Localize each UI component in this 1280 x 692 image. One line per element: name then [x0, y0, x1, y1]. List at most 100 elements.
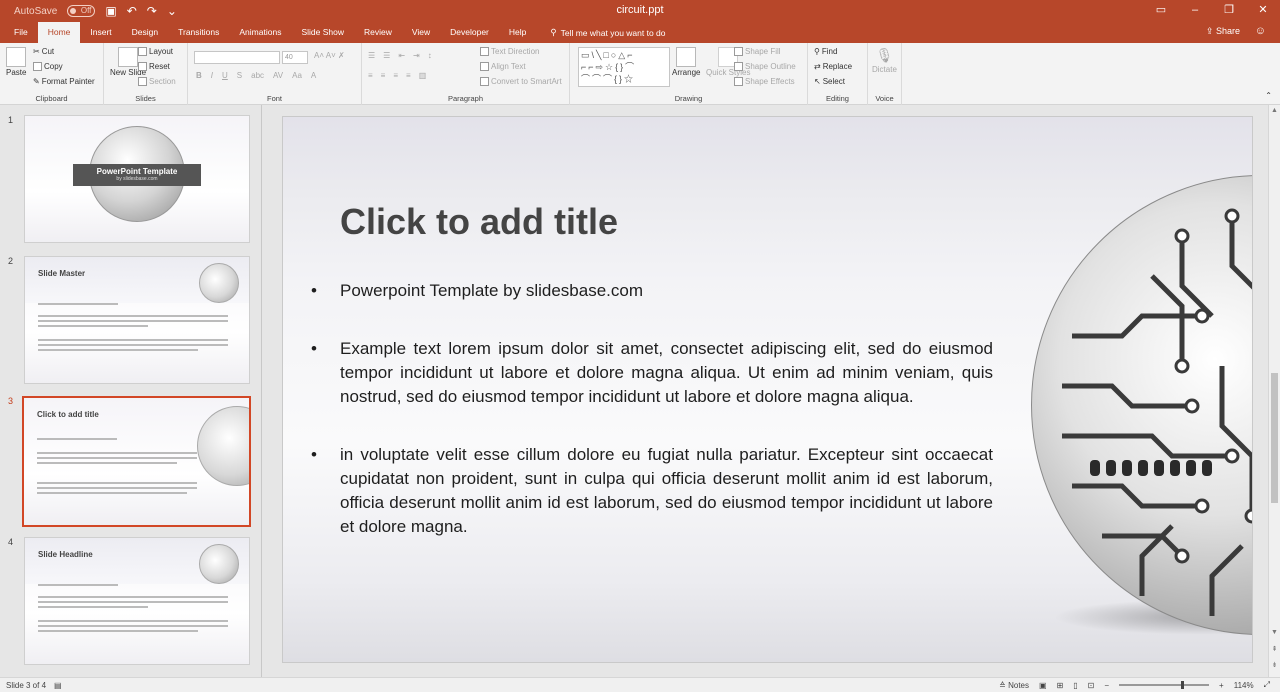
restore-icon[interactable]: ❐	[1212, 0, 1246, 22]
list-buttons[interactable]: ☰ ☰ ⇤ ⇥ ↕	[368, 51, 432, 60]
underline-icon[interactable]: U	[222, 71, 228, 80]
font-color-icon[interactable]: A	[311, 71, 316, 80]
slides-label: Slides	[135, 94, 156, 103]
text-line	[38, 584, 118, 586]
collapse-ribbon-icon[interactable]: ⌃	[1265, 91, 1272, 100]
editing-group: ⚲ Find ⇄ Replace ↖ Select Editing	[808, 43, 868, 105]
align-text-button[interactable]: Align Text	[480, 62, 526, 71]
slideshow-icon[interactable]: ⊡	[1088, 681, 1095, 690]
tab-view[interactable]: View	[402, 22, 440, 43]
zoom-out-icon[interactable]: −	[1104, 681, 1109, 690]
strikethrough-icon[interactable]: abc	[251, 71, 264, 80]
zoom-level[interactable]: 114%	[1234, 681, 1254, 690]
tab-insert[interactable]: Insert	[80, 22, 121, 43]
vertical-scrollbar[interactable]: ▲ ▼ ⇞ ⇟	[1268, 105, 1280, 677]
italic-icon[interactable]: I	[211, 71, 213, 80]
justify-icon[interactable]: ≡	[406, 71, 411, 80]
notes-button[interactable]: ≙ Notes	[999, 681, 1029, 690]
decrease-indent-icon[interactable]: ⇤	[398, 51, 405, 60]
font-name-box[interactable]	[194, 51, 280, 64]
shape-fill-label: Shape Fill	[745, 47, 781, 56]
dictate-button[interactable]: 🎙 Dictate	[872, 47, 897, 74]
scroll-down-icon[interactable]: ▼	[1269, 629, 1280, 636]
effects-icon	[734, 77, 743, 86]
thumbnail-image[interactable]: Slide Master	[24, 256, 250, 384]
numbering-icon[interactable]: ☰	[383, 51, 390, 60]
bullets-icon[interactable]: ☰	[368, 51, 375, 60]
thumbnail-image[interactable]: Click to add title	[22, 396, 251, 527]
shape-effects-button[interactable]: Shape Effects	[734, 77, 795, 86]
tab-review[interactable]: Review	[354, 22, 402, 43]
zoom-in-icon[interactable]: +	[1219, 681, 1224, 690]
thumbnail-image[interactable]: PowerPoint Template by slidesbase.com	[24, 115, 250, 243]
case-icon[interactable]: Aa	[292, 71, 302, 80]
minimize-icon[interactable]: –	[1178, 0, 1212, 22]
tab-home[interactable]: Home	[37, 22, 81, 43]
replace-icon: ⇄	[814, 62, 821, 71]
format-painter-button[interactable]: ✎ Format Painter	[33, 77, 95, 86]
align-center-icon[interactable]: ≡	[381, 71, 386, 80]
close-icon[interactable]: ✕	[1246, 0, 1280, 22]
line-spacing-icon[interactable]: ↕	[428, 51, 432, 60]
section-button[interactable]: Section	[138, 77, 176, 86]
slide-thumbnail-pane[interactable]: 1 PowerPoint Template by slidesbase.com …	[0, 105, 262, 677]
paste-button[interactable]: Paste	[6, 47, 26, 77]
font-style-buttons[interactable]: B I U Sabc AV Aa A	[196, 71, 316, 80]
bold-icon[interactable]: B	[196, 71, 202, 80]
columns-icon[interactable]: ▥	[419, 71, 427, 80]
tell-me-box[interactable]: ⚲ Tell me what you want to do	[536, 27, 665, 38]
select-button[interactable]: ↖ Select	[814, 77, 845, 86]
feedback-icon[interactable]: ☺	[1255, 25, 1266, 37]
replace-button[interactable]: ⇄ Replace	[814, 62, 852, 71]
normal-view-icon[interactable]: ▣	[1039, 681, 1047, 690]
next-slide-icon[interactable]: ⇟	[1269, 661, 1280, 669]
text-line	[38, 315, 228, 317]
arrange-button[interactable]: Arrange	[672, 47, 700, 77]
copy-button[interactable]: Copy	[33, 62, 63, 71]
slide-body[interactable]: Powerpoint Template by slidesbase.com Ex…	[303, 279, 993, 573]
tab-help[interactable]: Help	[499, 22, 536, 43]
shapes-gallery[interactable]: ▭\╲□○△⌐ ⌐⌐⇨☆{}⌒ ⌒⌒⌒{}☆	[578, 47, 670, 87]
slide-sorter-icon[interactable]: ⊞	[1057, 681, 1064, 690]
align-right-icon[interactable]: ≡	[393, 71, 398, 80]
font-size-buttons[interactable]: A˄ A˅ ✗	[314, 51, 345, 60]
align-left-icon[interactable]: ≡	[368, 71, 373, 80]
fit-slide-icon[interactable]: ⤢	[1264, 680, 1270, 690]
previous-slide-icon[interactable]: ⇞	[1269, 645, 1280, 653]
tab-design[interactable]: Design	[122, 22, 168, 43]
shape-outline-button[interactable]: Shape Outline	[734, 62, 796, 71]
share-button[interactable]: ⇪ Share	[1206, 26, 1240, 37]
increase-indent-icon[interactable]: ⇥	[413, 51, 420, 60]
find-button[interactable]: ⚲ Find	[814, 47, 837, 56]
scrollbar-thumb[interactable]	[1271, 373, 1278, 503]
editing-label: Editing	[826, 94, 849, 103]
cut-button[interactable]: ✂ Cut	[33, 47, 54, 56]
convert-smartart-button[interactable]: Convert to SmartArt	[480, 77, 562, 86]
tab-slide-show[interactable]: Slide Show	[291, 22, 354, 43]
font-size-box[interactable]: 40	[282, 51, 308, 64]
ribbon-display-icon[interactable]: ▭	[1144, 0, 1178, 22]
tab-animations[interactable]: Animations	[229, 22, 291, 43]
layout-button[interactable]: Layout	[138, 47, 173, 56]
slide-title[interactable]: Click to add title	[340, 201, 618, 243]
reset-label: Reset	[149, 62, 170, 71]
reading-view-icon[interactable]: ▯	[1073, 681, 1077, 690]
text-direction-button[interactable]: Text Direction	[480, 47, 539, 56]
scroll-up-icon[interactable]: ▲	[1269, 107, 1280, 114]
tab-file[interactable]: File	[4, 22, 38, 43]
spacing-icon[interactable]: AV	[273, 71, 283, 80]
current-slide[interactable]: Click to add title Powerpoint Template b…	[282, 116, 1253, 663]
shape-outline-label: Shape Outline	[745, 62, 796, 71]
thumbnail-image[interactable]: Slide Headline	[24, 537, 250, 665]
shape-fill-button[interactable]: Shape Fill	[734, 47, 781, 56]
zoom-slider[interactable]	[1119, 681, 1210, 689]
slide-editor: Click to add title Powerpoint Template b…	[263, 105, 1268, 677]
shadow-icon[interactable]: S	[237, 71, 242, 80]
reset-button[interactable]: Reset	[138, 62, 170, 71]
align-buttons[interactable]: ≡ ≡ ≡ ≡ ▥	[368, 71, 426, 80]
tab-transitions[interactable]: Transitions	[168, 22, 229, 43]
text-line	[38, 625, 228, 627]
spelling-icon[interactable]: ▤	[54, 681, 62, 690]
tab-developer[interactable]: Developer	[440, 22, 499, 43]
status-bar: Slide 3 of 4 ▤ ≙ Notes ▣ ⊞ ▯ ⊡ − + 114% …	[0, 677, 1280, 692]
